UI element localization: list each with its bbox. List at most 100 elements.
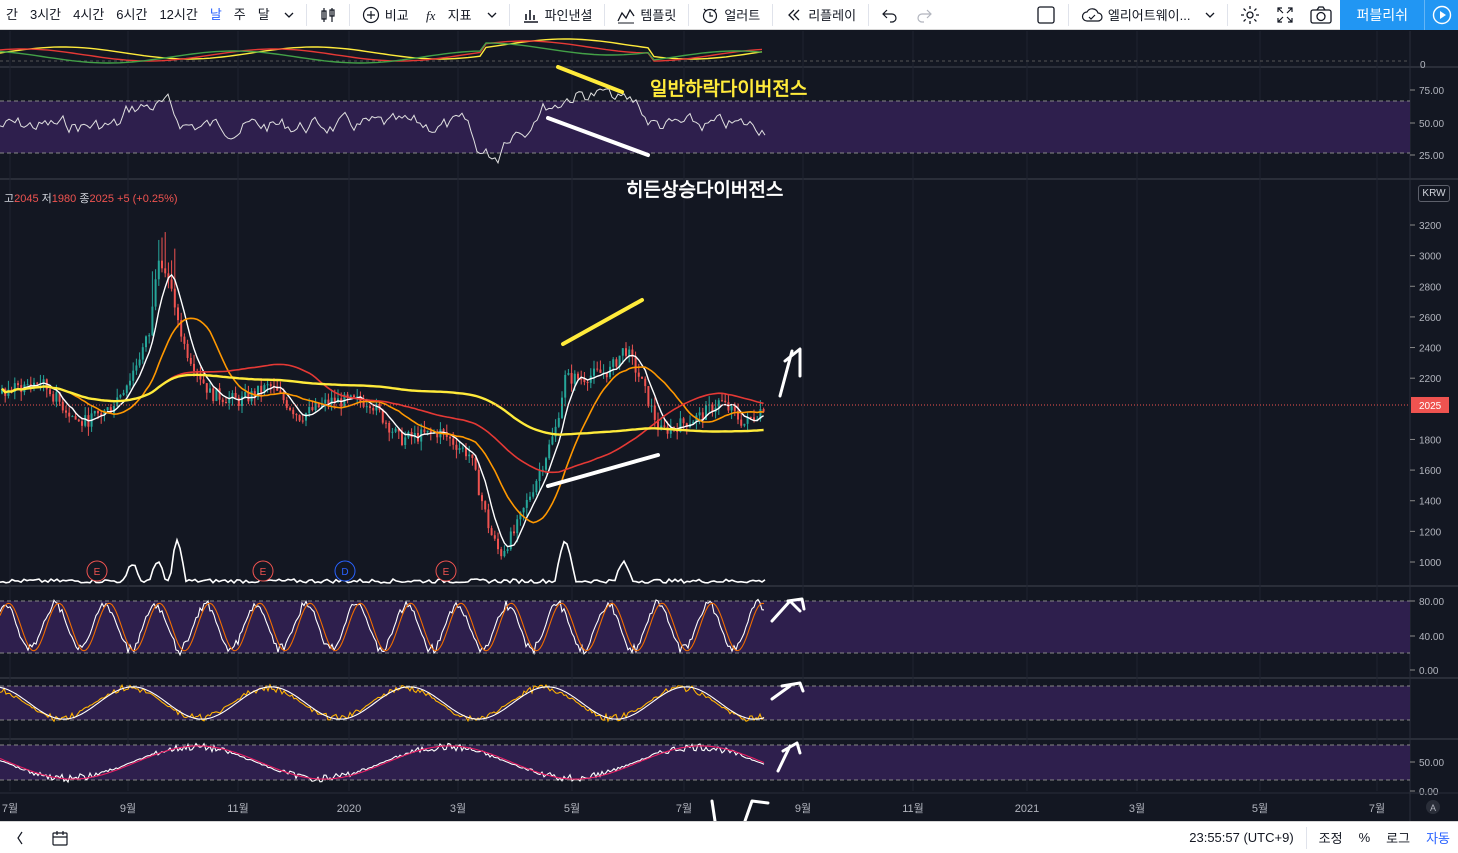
candle-body bbox=[289, 407, 291, 410]
candle-body bbox=[301, 420, 304, 422]
candle-body bbox=[733, 406, 736, 412]
interval-4[interactable]: 12시간 bbox=[153, 0, 203, 30]
price-axis-label: 1000 bbox=[1419, 558, 1442, 569]
candle-body bbox=[500, 549, 503, 557]
clock[interactable]: 23:55:57 (UTC+9) bbox=[1181, 830, 1301, 845]
interval-1[interactable]: 3시간 bbox=[24, 0, 67, 30]
log-toggle[interactable]: 로그 bbox=[1378, 828, 1418, 847]
interval-6[interactable]: 주 bbox=[228, 0, 252, 30]
interval-0[interactable]: 간 bbox=[0, 0, 24, 30]
interval-2[interactable]: 4시간 bbox=[67, 0, 110, 30]
candle-body bbox=[567, 372, 570, 375]
top-pane-axis-label: 0 bbox=[1420, 60, 1426, 71]
candle-body bbox=[394, 428, 397, 432]
play-button[interactable] bbox=[1424, 0, 1458, 30]
alarm-clock-icon bbox=[703, 8, 718, 23]
undo-button[interactable] bbox=[873, 0, 907, 30]
fullscreen-icon bbox=[1277, 6, 1294, 23]
candle-body bbox=[653, 405, 656, 420]
candle-body bbox=[650, 405, 653, 407]
candles-group bbox=[1, 232, 765, 560]
gear-icon bbox=[1241, 5, 1260, 24]
osc-axis-label: 40.00 bbox=[1419, 632, 1444, 643]
candle-body bbox=[532, 492, 535, 497]
settings-button[interactable] bbox=[1232, 0, 1268, 30]
candle-body bbox=[474, 458, 477, 470]
price-axis-label: 1200 bbox=[1419, 527, 1442, 538]
candle-body bbox=[93, 410, 96, 414]
wave-layout-button[interactable]: 엘리어트웨이... bbox=[1073, 0, 1224, 30]
redo-button[interactable] bbox=[907, 0, 941, 30]
templates-button[interactable]: 템플릿 bbox=[609, 0, 684, 30]
candle-body bbox=[637, 372, 640, 377]
candle-body bbox=[295, 414, 298, 416]
candle-body bbox=[385, 422, 387, 424]
candle-body bbox=[561, 397, 563, 418]
fullscreen-button[interactable] bbox=[1268, 0, 1302, 30]
pine-button[interactable]: 파인낸셜 bbox=[514, 0, 601, 30]
candle-body bbox=[170, 279, 173, 289]
auto-toggle[interactable]: 자동 bbox=[1418, 828, 1458, 847]
candle-body bbox=[596, 368, 599, 370]
chevron-left-icon bbox=[17, 831, 23, 844]
indicators-button[interactable]: fx 지표 bbox=[417, 0, 505, 30]
candle-body bbox=[513, 531, 515, 534]
candle-body bbox=[49, 389, 51, 395]
chart-area[interactable]: 0 75.00 50.00 25.00 3200 3000 2800 2600 2400 2200… bbox=[0, 31, 1458, 821]
current-price-label: 2025 bbox=[1419, 401, 1442, 412]
toolbar-divider bbox=[604, 3, 606, 26]
candle-body bbox=[36, 382, 39, 384]
publish-button[interactable]: 퍼블리쉬 bbox=[1340, 0, 1424, 30]
candle-body bbox=[148, 335, 151, 337]
ohlc-legend: 고2045 저1980 종2025 +5 (+0.25%) bbox=[4, 190, 178, 206]
candle-body bbox=[490, 528, 493, 536]
compare-button[interactable]: 비교 bbox=[354, 0, 417, 30]
low-value: 1980 bbox=[51, 193, 77, 205]
candle-body bbox=[525, 499, 528, 508]
goto-date-button[interactable] bbox=[40, 822, 80, 853]
toolbar-divider bbox=[688, 3, 690, 26]
layout-button[interactable] bbox=[1028, 0, 1064, 30]
time-axis-label: 2021 bbox=[1015, 803, 1039, 815]
candle-body bbox=[423, 429, 426, 433]
candle-body bbox=[125, 385, 128, 393]
candle-body bbox=[154, 279, 157, 307]
event-marker-label: E bbox=[260, 567, 267, 578]
candle-body bbox=[551, 436, 554, 445]
candle-body bbox=[506, 549, 509, 551]
interval-dropdown-button[interactable] bbox=[276, 0, 302, 30]
bullish-divergence-annotation[interactable]: 히든상승다이버전스 bbox=[626, 175, 783, 202]
candle-body bbox=[183, 336, 186, 344]
interval-3[interactable]: 6시간 bbox=[110, 0, 153, 30]
osc-axis-label: 80.00 bbox=[1419, 597, 1444, 608]
adjust-toggle[interactable]: 조정 bbox=[1311, 828, 1351, 847]
snapshot-button[interactable] bbox=[1302, 0, 1340, 30]
candle-body bbox=[628, 349, 631, 356]
percent-toggle[interactable]: % bbox=[1351, 830, 1379, 845]
chart-type-button[interactable] bbox=[311, 0, 345, 30]
candle-body bbox=[570, 372, 573, 384]
bottom-statusbar: 23:55:57 (UTC+9) 조정 % 로그 자동 bbox=[0, 821, 1458, 853]
candle-body bbox=[634, 357, 637, 373]
top-pane-line-0 bbox=[0, 38, 763, 60]
alert-button[interactable]: 얼러트 bbox=[693, 0, 768, 30]
price-axis-label: 3200 bbox=[1419, 221, 1442, 232]
candle-body bbox=[71, 416, 74, 418]
time-axis-label: 3월 bbox=[450, 802, 466, 815]
bearish-divergence-annotation[interactable]: 일반하락다이버전스 bbox=[650, 74, 807, 101]
candle-body bbox=[372, 408, 375, 411]
scroll-left-button[interactable] bbox=[0, 822, 40, 853]
candle-body bbox=[388, 422, 391, 433]
candle-body bbox=[151, 306, 154, 336]
replay-button[interactable]: 리플레이 bbox=[777, 0, 864, 30]
candle-body bbox=[730, 406, 733, 411]
candle-body bbox=[365, 406, 368, 408]
interval-7[interactable]: 달 bbox=[252, 0, 276, 30]
chart-canvas[interactable]: 0 75.00 50.00 25.00 3200 3000 2800 2600 2400 2200… bbox=[0, 31, 1458, 821]
candle-body bbox=[314, 402, 317, 411]
currency-badge[interactable]: KRW bbox=[1418, 185, 1450, 202]
candle-body bbox=[548, 444, 551, 459]
interval-5[interactable]: 날 bbox=[204, 0, 228, 30]
replay-label: 리플레이 bbox=[808, 8, 857, 23]
time-axis-label: 9월 bbox=[795, 802, 811, 815]
